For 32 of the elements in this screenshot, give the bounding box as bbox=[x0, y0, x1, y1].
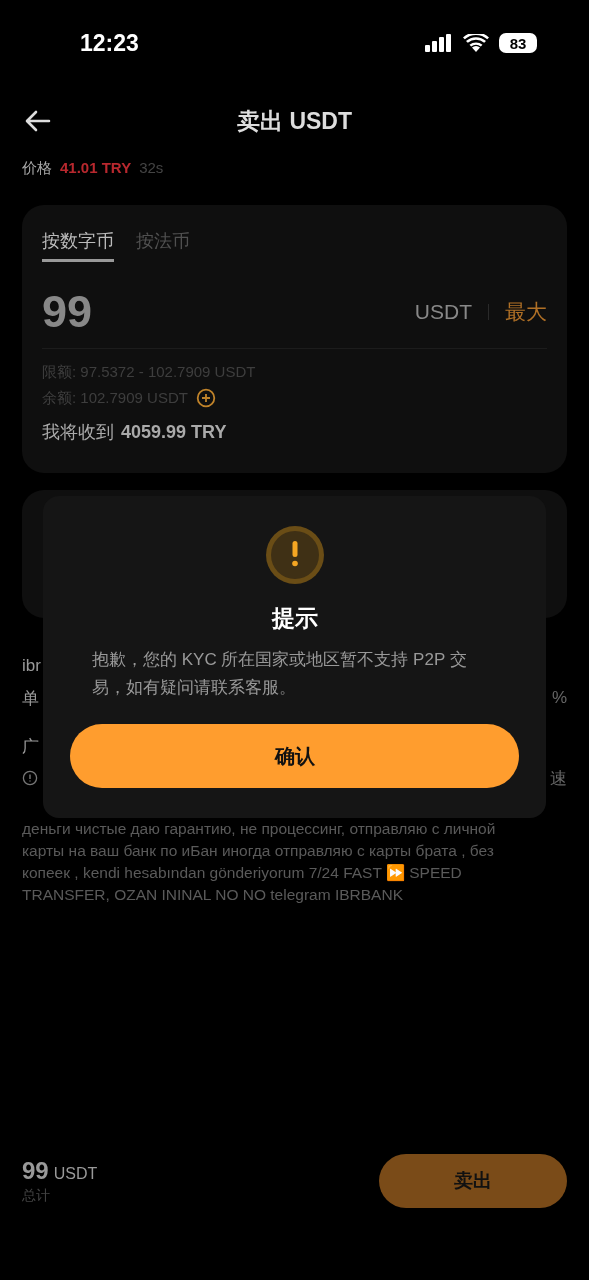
price-countdown: 32s bbox=[139, 159, 164, 176]
plus-circle-icon[interactable] bbox=[195, 388, 216, 408]
price-label: 价格 bbox=[22, 159, 52, 178]
signal-icon bbox=[425, 34, 453, 52]
wifi-icon bbox=[463, 33, 489, 53]
receive-label: 我将收到 bbox=[42, 421, 114, 444]
status-time: 12:23 bbox=[80, 29, 139, 57]
row-label: ibr bbox=[22, 656, 41, 676]
amount-field[interactable]: 99 bbox=[42, 286, 93, 338]
ad-description-line: копеек , kendi hesabından gönderiyorum 7/24 FAST ⏩ SPEED bbox=[22, 863, 463, 883]
row-value: 速 bbox=[550, 767, 567, 790]
warning-icon bbox=[264, 525, 325, 585]
ad-description-line: деньги чистые даю гарантию, не процессинг, отправляю с личной bbox=[22, 819, 497, 839]
row-label: 广 bbox=[22, 735, 39, 758]
battery-icon: 83 bbox=[499, 33, 537, 53]
dialog-title: 提示 bbox=[271, 604, 318, 633]
total-label: 总计 bbox=[22, 1187, 51, 1205]
ad-description-line: карты на ваш банк по иБан иногда отправляю с карты брата , без bbox=[22, 841, 495, 861]
confirm-button[interactable]: 确认 bbox=[70, 724, 519, 788]
back-arrow-icon[interactable] bbox=[25, 110, 51, 132]
amount-mode-tab[interactable]: 按数字币 bbox=[42, 229, 114, 262]
receive-amount: 4059.99 TRY bbox=[121, 422, 227, 443]
dialog-message: 抱歉，您的 KYC 所在国家或地区暂不支持 P2P 交易，如有疑问请联系客服。 bbox=[91, 649, 468, 699]
price-value: 41.01 TRY bbox=[60, 159, 132, 176]
row-label: 单 bbox=[22, 687, 39, 710]
currency-unit: USDT bbox=[414, 300, 472, 324]
ad-description-line: TRANSFER, OZAN ININAL NO NO telegram IBRBANK bbox=[22, 885, 404, 905]
page-title: 卖出 USDT bbox=[237, 106, 352, 136]
row-value: % bbox=[551, 688, 567, 708]
max-link[interactable]: 最大 bbox=[505, 298, 547, 326]
total-unit: USDT bbox=[53, 1165, 98, 1183]
total-amount: 99 bbox=[22, 1157, 49, 1185]
